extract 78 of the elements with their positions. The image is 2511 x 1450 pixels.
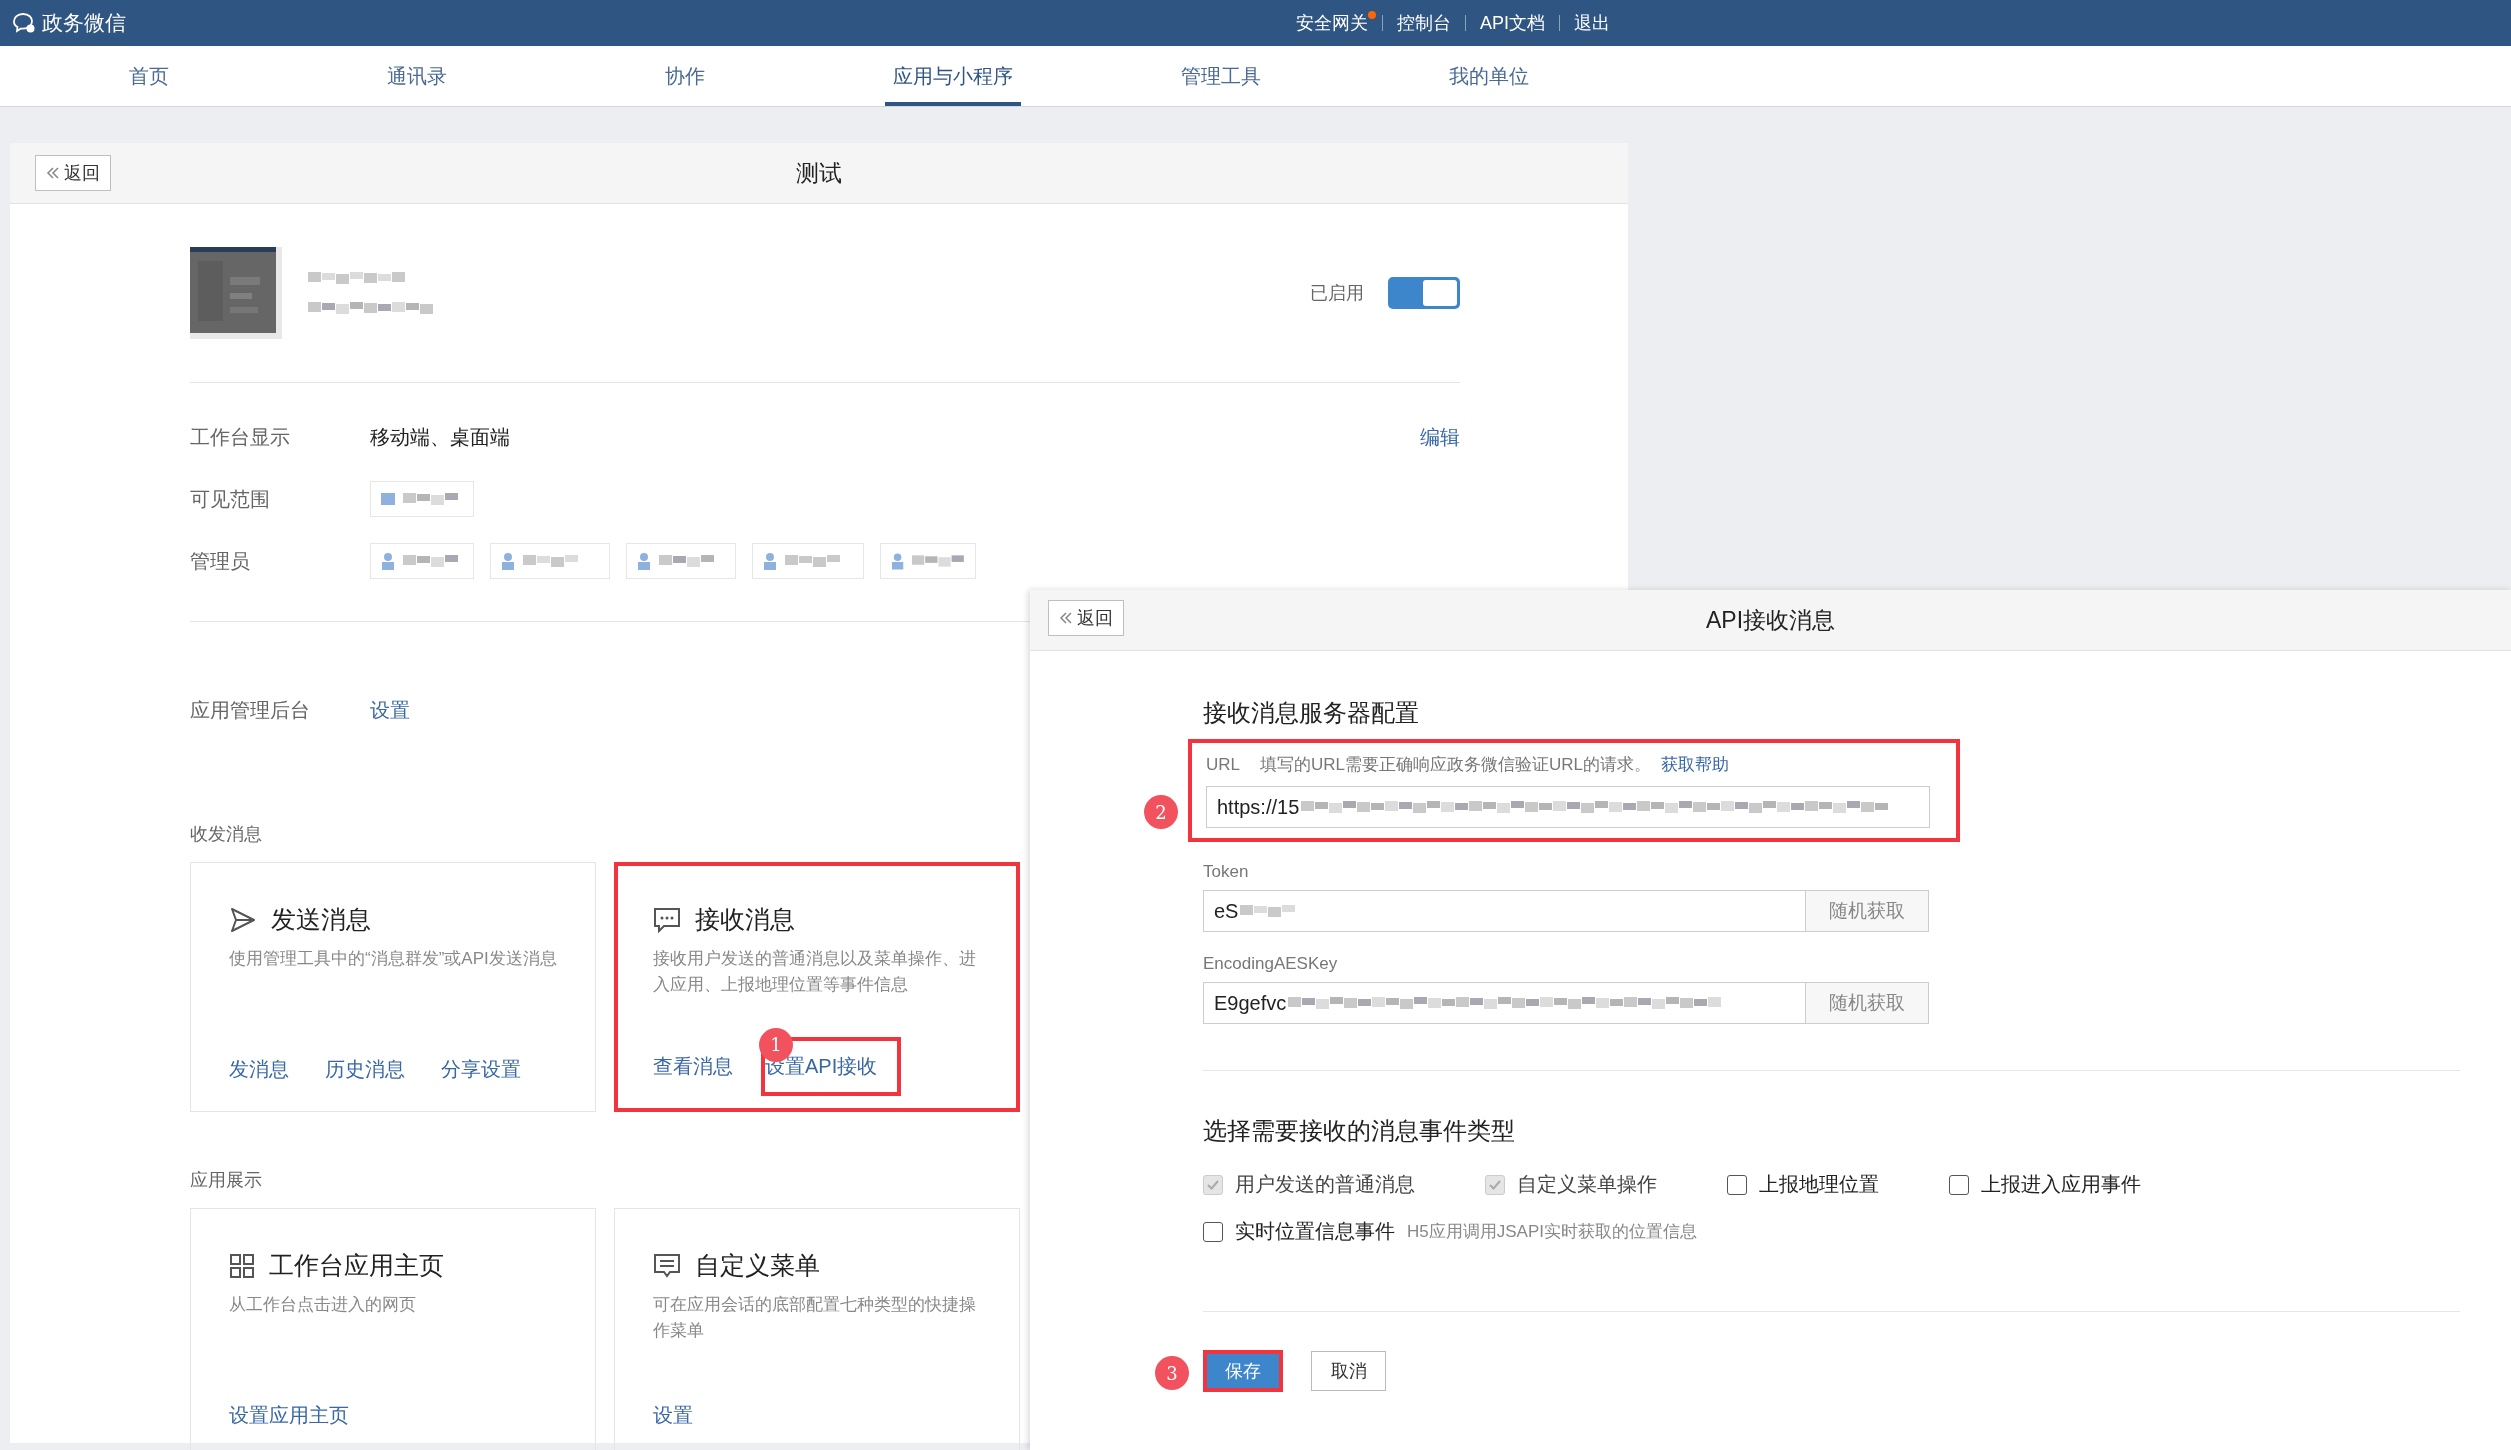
- random-button[interactable]: 随机获取: [1806, 982, 1929, 1024]
- chat-logo-icon: [12, 12, 36, 34]
- field-label: 工作台显示: [190, 424, 291, 450]
- check-icon: [1207, 1179, 1219, 1190]
- card-link[interactable]: 设置应用主页: [229, 1402, 349, 1429]
- nav-tab[interactable]: 协作: [657, 46, 713, 106]
- top-link[interactable]: 退出: [1559, 15, 1624, 31]
- field-label: EncodingAESKey: [1203, 954, 1338, 974]
- save-button[interactable]: 保存: [1203, 1350, 1283, 1392]
- section-title: 应用展示: [190, 1169, 262, 1192]
- field-label: 可见范围: [190, 486, 271, 512]
- nav-tab[interactable]: 通讯录: [379, 46, 455, 106]
- enable-toggle[interactable]: [1388, 277, 1460, 309]
- checkbox[interactable]: [1203, 1221, 1223, 1242]
- key-field[interactable]: E9gefvc: [1203, 982, 1806, 1024]
- check-icon: [1489, 1179, 1501, 1190]
- card-link[interactable]: 历史消息: [325, 1056, 405, 1083]
- section-title: 收发消息: [190, 823, 262, 846]
- section-heading: 接收消息服务器配置: [1203, 698, 1420, 728]
- status-label: 已启用: [1310, 282, 1364, 305]
- card-link[interactable]: 设置: [653, 1402, 693, 1429]
- panel-title: API接收消息: [1705, 605, 1836, 635]
- random-button[interactable]: 随机获取: [1806, 890, 1929, 932]
- card-title: 工作台应用主页: [269, 1250, 444, 1281]
- top-link[interactable]: API文档: [1465, 15, 1559, 31]
- panel-title: 测试: [796, 158, 842, 188]
- event-option[interactable]: 上报进入应用事件: [1949, 1171, 2141, 1198]
- field-label: URL: [1206, 754, 1240, 775]
- nav-tab[interactable]: 首页: [121, 46, 177, 106]
- app-logo[interactable]: 政务微信: [12, 9, 1282, 37]
- event-option[interactable]: 上报地理位置: [1727, 1171, 1879, 1198]
- key-field[interactable]: eS: [1203, 890, 1806, 932]
- chat-icon: [653, 906, 681, 933]
- double-chevron-icon: [1059, 611, 1073, 625]
- card-description: 接收用户发送的普通消息以及菜单操作、进入应用、上报地理位置等事件信息: [653, 948, 977, 996]
- field-hint: 填写的URL需要正确响应政务微信验证URL的请求。: [1260, 754, 1652, 776]
- menu-card-icon: [653, 1252, 681, 1279]
- card-description: 从工作台点击进入的网页: [229, 1294, 417, 1316]
- settings-link[interactable]: 设置: [370, 696, 410, 724]
- edit-link[interactable]: 编辑: [1420, 423, 1460, 451]
- person-icon: [637, 552, 651, 570]
- card-link[interactable]: 发消息: [229, 1056, 289, 1083]
- nav-tab[interactable]: 我的单位: [1441, 46, 1537, 106]
- url-field[interactable]: https://15: [1206, 786, 1930, 828]
- person-icon: [381, 552, 395, 570]
- field-value: 移动端、桌面端: [370, 424, 510, 450]
- person-icon: [763, 552, 777, 570]
- back-button[interactable]: 返回: [1048, 600, 1124, 636]
- back-button[interactable]: 返回: [35, 155, 111, 191]
- grid-icon: [229, 1252, 255, 1279]
- event-option[interactable]: 实时位置信息事件 H5应用调用JSAPI实时获取的位置信息: [1203, 1218, 2233, 1245]
- step-badge: 3: [1155, 1356, 1189, 1390]
- card-title: 发送消息: [271, 904, 371, 935]
- double-chevron-icon: [46, 166, 60, 180]
- nav-tab[interactable]: 管理工具: [1173, 46, 1269, 106]
- card-link[interactable]: 查看消息: [653, 1053, 733, 1080]
- card-title: 接收消息: [695, 904, 795, 935]
- cancel-button[interactable]: 取消: [1311, 1351, 1386, 1391]
- nav-tab[interactable]: 应用与小程序: [885, 46, 1021, 106]
- folder-icon: [381, 490, 395, 508]
- field-label: Token: [1203, 862, 1249, 882]
- person-icon: [501, 552, 515, 570]
- card-title: 自定义菜单: [695, 1250, 820, 1281]
- card-link[interactable]: 分享设置: [441, 1056, 521, 1083]
- person-icon: [891, 552, 905, 570]
- field-label: 应用管理后台: [190, 697, 311, 723]
- top-link[interactable]: 控制台: [1382, 15, 1465, 31]
- checkbox[interactable]: [1727, 1174, 1747, 1195]
- section-heading: 选择需要接收的消息事件类型: [1203, 1116, 1516, 1146]
- card-description: 可在应用会话的底部配置七种类型的快捷操作菜单: [653, 1294, 977, 1342]
- option-hint: H5应用调用JSAPI实时获取的位置信息: [1407, 1221, 1697, 1243]
- top-link[interactable]: 安全网关: [1282, 15, 1382, 31]
- checkbox[interactable]: [1949, 1174, 1969, 1195]
- step-badge: 2: [1144, 795, 1178, 829]
- help-link[interactable]: 获取帮助: [1661, 753, 1730, 776]
- field-label: 管理员: [190, 548, 251, 574]
- card-description: 使用管理工具中的“消息群发”或API发送消息: [229, 948, 557, 970]
- send-icon: [229, 906, 257, 933]
